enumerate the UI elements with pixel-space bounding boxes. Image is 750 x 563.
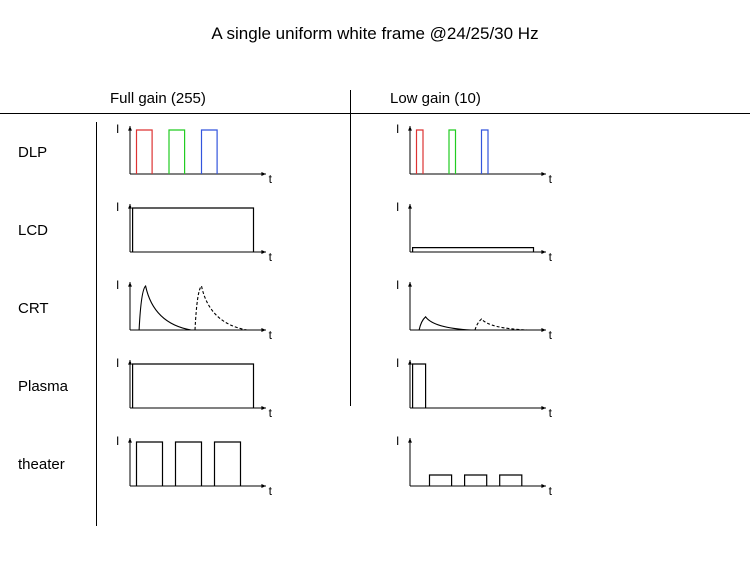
page-title: A single uniform white frame @24/25/30 H…: [0, 24, 750, 44]
plot-crt-full: It: [110, 278, 270, 338]
row-label-dlp: DLP: [18, 144, 88, 161]
col-header-low: Low gain (10): [390, 90, 481, 107]
plot-plasma-low: It: [390, 356, 550, 416]
column-divider-line: [350, 90, 351, 406]
row-label-crt: CRT: [18, 300, 88, 317]
plot-plasma-full: It: [110, 356, 270, 416]
row-label-plasma: Plasma: [18, 378, 88, 395]
row-label-lcd: LCD: [18, 222, 88, 239]
plot-dlp-low: It: [390, 122, 550, 182]
label-divider-line: [96, 122, 97, 526]
col-header-full: Full gain (255): [110, 90, 206, 107]
plot-theater-low: It: [390, 434, 550, 494]
top-divider-line: [0, 113, 750, 114]
row-label-theater: theater: [18, 456, 88, 473]
plot-theater-full: It: [110, 434, 270, 494]
plot-crt-low: It: [390, 278, 550, 338]
plot-dlp-full: It: [110, 122, 270, 182]
plot-lcd-low: It: [390, 200, 550, 260]
diagram-page: A single uniform white frame @24/25/30 H…: [0, 0, 750, 563]
plot-lcd-full: It: [110, 200, 270, 260]
